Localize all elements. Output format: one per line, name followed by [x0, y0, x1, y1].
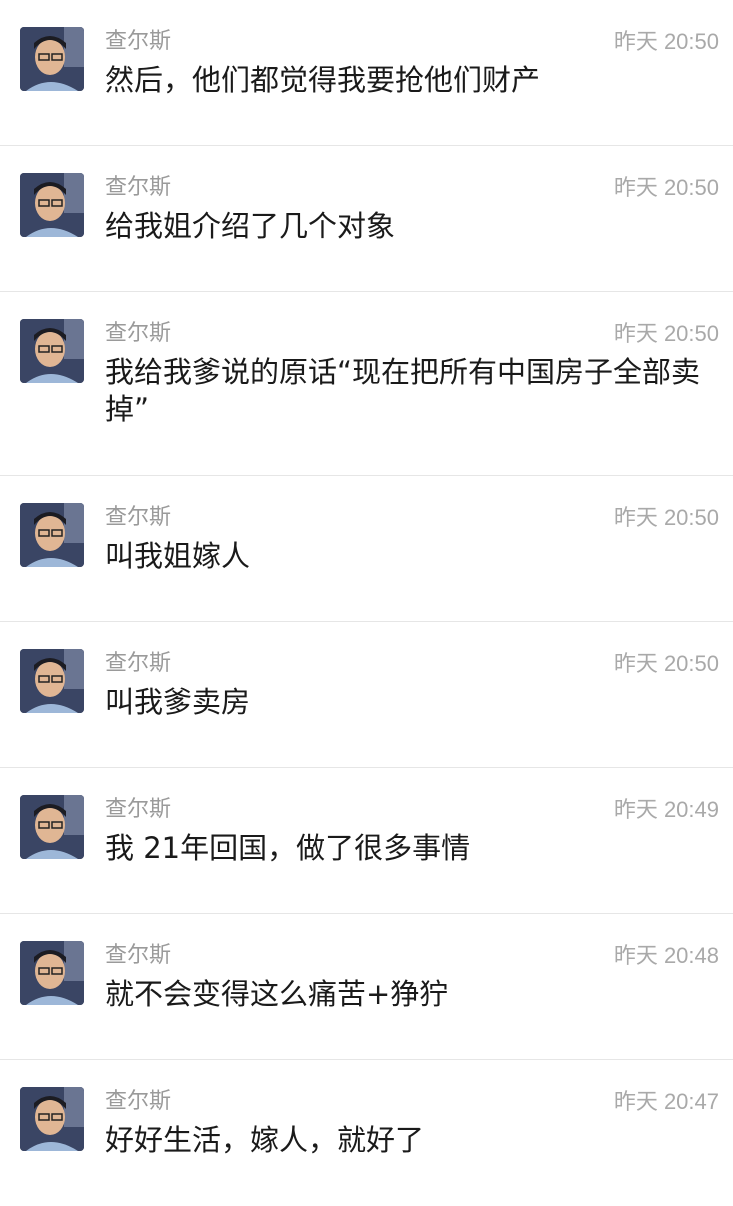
avatar-image — [20, 319, 84, 383]
message-text: 然后，他们都觉得我要抢他们财产 — [105, 63, 541, 97]
avatar-image — [20, 1087, 84, 1151]
sender-name: 查尔斯 — [105, 29, 172, 54]
sender-name: 查尔斯 — [105, 175, 172, 200]
message-text: 我 21年回国，做了很多事情 — [105, 831, 471, 865]
avatar-image — [20, 27, 84, 91]
avatar[interactable] — [20, 319, 84, 383]
avatar-image — [20, 649, 84, 713]
message-time: 昨天 20:48 — [613, 943, 719, 968]
message-item[interactable]: 查尔斯 昨天 20:50 然后，他们都觉得我要抢他们财产 — [0, 0, 733, 146]
message-text: 叫我姐嫁人 — [105, 539, 251, 573]
message-text: 叫我爹卖房 — [105, 685, 251, 719]
sender-name: 查尔斯 — [105, 321, 172, 346]
message-list: 查尔斯 昨天 20:50 然后，他们都觉得我要抢他们财产 查尔斯 昨天 20:5… — [0, 0, 733, 1206]
message-time: 昨天 20:50 — [613, 505, 719, 530]
sender-name: 查尔斯 — [105, 797, 172, 822]
avatar[interactable] — [20, 941, 84, 1005]
message-time: 昨天 20:50 — [613, 175, 719, 200]
avatar[interactable] — [20, 649, 84, 713]
message-text: 就不会变得这么痛苦+狰狞 — [105, 977, 449, 1011]
message-time: 昨天 20:49 — [613, 797, 719, 822]
message-item[interactable]: 查尔斯 昨天 20:50 叫我爹卖房 — [0, 622, 733, 768]
avatar[interactable] — [20, 503, 84, 567]
message-time: 昨天 20:50 — [613, 321, 719, 346]
message-item[interactable]: 查尔斯 昨天 20:47 好好生活，嫁人，就好了 — [0, 1060, 733, 1206]
message-text: 好好生活，嫁人，就好了 — [105, 1123, 425, 1157]
message-item[interactable]: 查尔斯 昨天 20:50 我给我爹说的原话“现在把所有中国房子全部卖掉” — [0, 292, 733, 476]
avatar-image — [20, 503, 84, 567]
message-text: 我给我爹说的原话“现在把所有中国房子全部卖掉” — [105, 355, 701, 426]
avatar[interactable] — [20, 1087, 84, 1151]
avatar-image — [20, 941, 84, 1005]
avatar[interactable] — [20, 795, 84, 859]
avatar[interactable] — [20, 27, 84, 91]
avatar-image — [20, 173, 84, 237]
sender-name: 查尔斯 — [105, 505, 172, 530]
avatar-image — [20, 795, 84, 859]
message-time: 昨天 20:50 — [613, 29, 719, 54]
sender-name: 查尔斯 — [105, 943, 172, 968]
message-time: 昨天 20:50 — [613, 651, 719, 676]
message-time: 昨天 20:47 — [613, 1089, 719, 1114]
message-item[interactable]: 查尔斯 昨天 20:50 叫我姐嫁人 — [0, 476, 733, 622]
message-text: 给我姐介绍了几个对象 — [105, 209, 396, 243]
message-item[interactable]: 查尔斯 昨天 20:49 我 21年回国，做了很多事情 — [0, 768, 733, 914]
sender-name: 查尔斯 — [105, 1089, 172, 1114]
message-item[interactable]: 查尔斯 昨天 20:50 给我姐介绍了几个对象 — [0, 146, 733, 292]
avatar[interactable] — [20, 173, 84, 237]
message-item[interactable]: 查尔斯 昨天 20:48 就不会变得这么痛苦+狰狞 — [0, 914, 733, 1060]
sender-name: 查尔斯 — [105, 651, 172, 676]
